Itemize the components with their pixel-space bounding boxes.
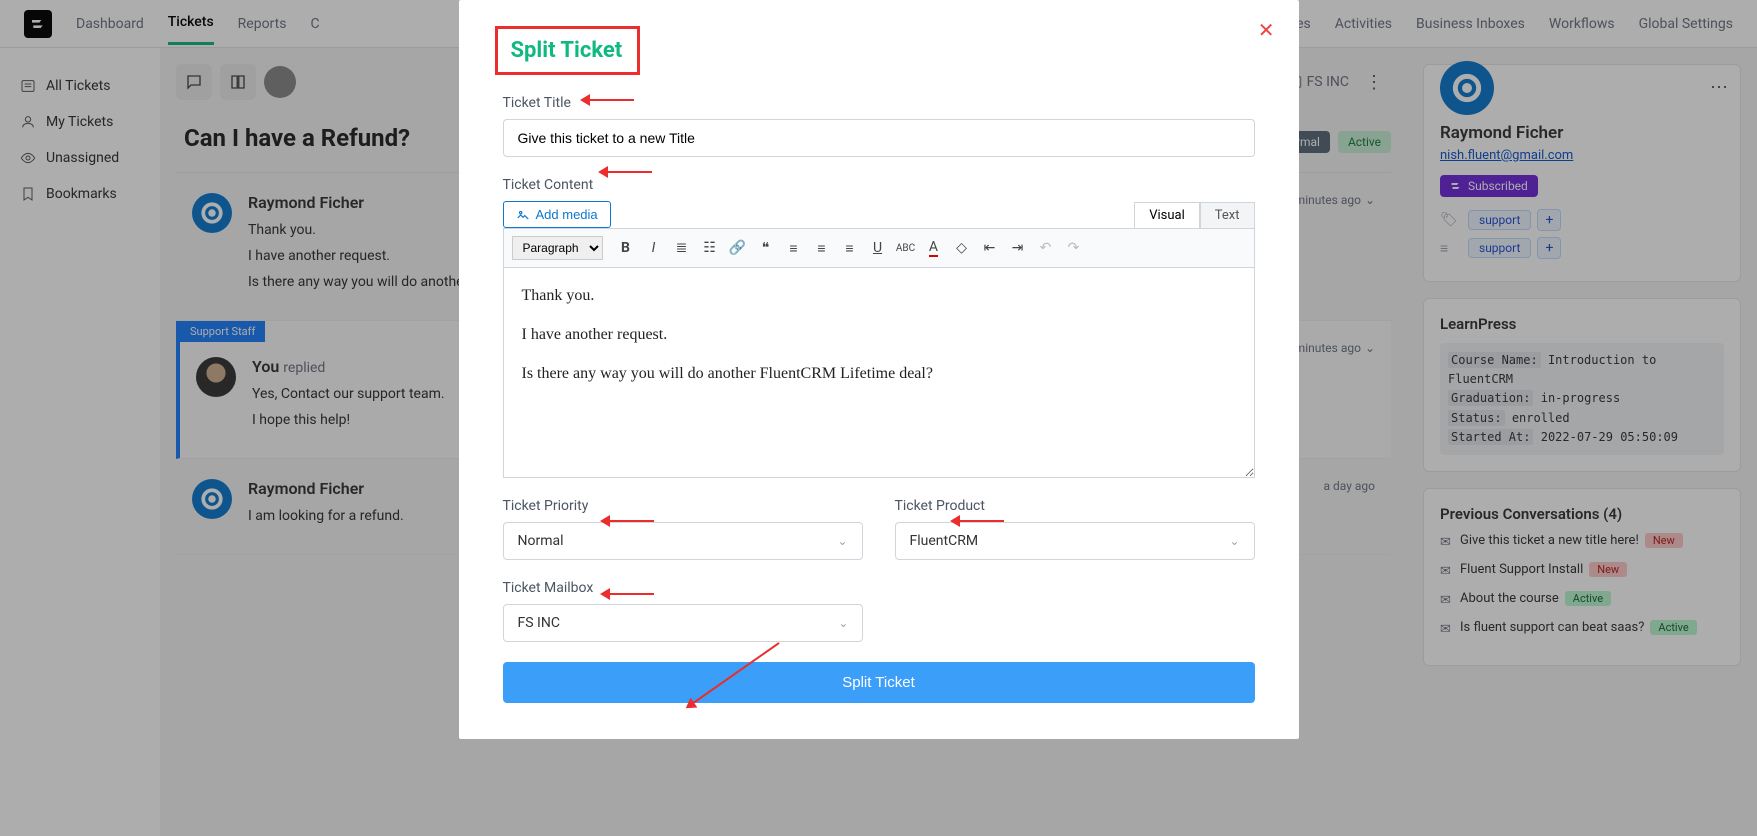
annotation-arrow xyxy=(602,171,652,173)
split-ticket-modal: ✕ Split Ticket Ticket Title Ticket Conte… xyxy=(459,0,1299,739)
ol-button[interactable]: ☷ xyxy=(697,235,723,261)
label-ticket-mailbox: Ticket Mailbox xyxy=(503,580,864,596)
indent-button[interactable]: ⇥ xyxy=(1005,235,1031,261)
editor-body[interactable]: Thank you. I have another request. Is th… xyxy=(503,268,1255,478)
undo-button[interactable]: ↶ xyxy=(1033,235,1059,261)
modal-overlay[interactable]: ✕ Split Ticket Ticket Title Ticket Conte… xyxy=(0,0,1757,836)
align-left-button[interactable]: ≡ xyxy=(781,235,807,261)
strike-button[interactable]: ABC xyxy=(893,235,919,261)
ticket-title-input[interactable] xyxy=(503,119,1255,157)
editor-line: Is there any way you will do another Flu… xyxy=(522,360,1236,387)
editor-line: I have another request. xyxy=(522,321,1236,348)
textcolor-button[interactable]: A xyxy=(921,235,947,261)
editor-tab-text[interactable]: Text xyxy=(1200,202,1255,228)
bold-button[interactable]: B xyxy=(613,235,639,261)
label-ticket-title: Ticket Title xyxy=(503,95,1255,111)
label-ticket-priority: Ticket Priority xyxy=(503,498,863,514)
label-ticket-content: Ticket Content xyxy=(503,177,1255,193)
priority-select[interactable]: Normal ⌄ xyxy=(503,522,863,560)
select-value: FluentCRM xyxy=(910,533,979,549)
close-button[interactable]: ✕ xyxy=(1258,18,1275,42)
add-media-button[interactable]: Add media xyxy=(503,201,611,228)
ul-button[interactable]: ≣ xyxy=(669,235,695,261)
redo-button[interactable]: ↷ xyxy=(1061,235,1087,261)
underline-button[interactable]: U xyxy=(865,235,891,261)
mailbox-select[interactable]: FS INC ⌄ xyxy=(503,604,864,642)
chevron-down-icon: ⌄ xyxy=(838,616,848,630)
clear-button[interactable]: ◇ xyxy=(949,235,975,261)
italic-button[interactable]: I xyxy=(641,235,667,261)
chevron-down-icon: ⌄ xyxy=(837,534,847,548)
quote-button[interactable]: ❝ xyxy=(753,235,779,261)
editor-line: Thank you. xyxy=(522,282,1236,309)
media-icon xyxy=(516,208,530,222)
split-ticket-submit[interactable]: Split Ticket xyxy=(503,662,1255,703)
modal-title: Split Ticket xyxy=(503,32,631,69)
editor-tab-visual[interactable]: Visual xyxy=(1134,202,1200,228)
select-value: Normal xyxy=(518,533,564,549)
editor-toolbar: Paragraph B I ≣ ☷ 🔗 ❝ ≡ ≡ ≡ U ABC A ◇ ⇤ … xyxy=(503,228,1255,268)
select-value: FS INC xyxy=(518,615,560,631)
align-right-button[interactable]: ≡ xyxy=(837,235,863,261)
label-ticket-product: Ticket Product xyxy=(895,498,1255,514)
link-button[interactable]: 🔗 xyxy=(725,235,751,261)
chevron-down-icon: ⌄ xyxy=(1229,534,1239,548)
align-center-button[interactable]: ≡ xyxy=(809,235,835,261)
outdent-button[interactable]: ⇤ xyxy=(977,235,1003,261)
format-select[interactable]: Paragraph xyxy=(512,236,603,260)
product-select[interactable]: FluentCRM ⌄ xyxy=(895,522,1255,560)
